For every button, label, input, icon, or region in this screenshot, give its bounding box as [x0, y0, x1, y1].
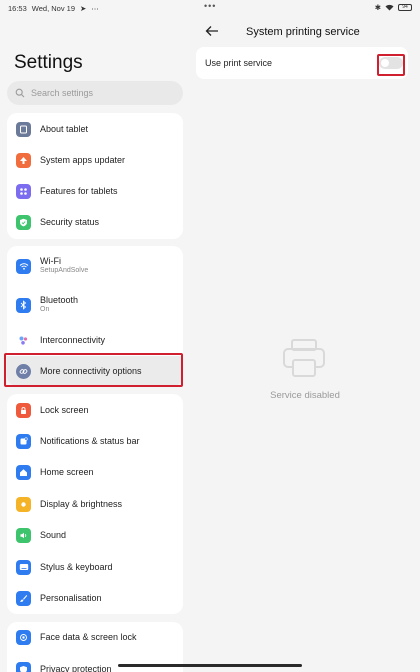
tablet-icon — [16, 121, 31, 137]
status-date: Wed, Nov 19 — [31, 4, 75, 13]
sidebar-item-label: Display & brightness — [40, 499, 123, 509]
sidebar-item-label: Notifications & status bar — [40, 436, 140, 446]
arrow-up-icon — [16, 152, 31, 168]
toggle-highlight-box — [377, 54, 405, 76]
sidebar-item-label: Interconnectivity — [40, 335, 106, 345]
sidebar-item-privacy-protection[interactable]: Privacy protection — [7, 654, 183, 672]
sidebar-item-face-data[interactable]: Face data & screen lock — [7, 622, 183, 652]
search-input[interactable]: Search settings — [7, 81, 183, 105]
detail-pane: System printing service Use print servic… — [190, 0, 420, 672]
sidebar-item-notifications[interactable]: Notifications & status bar — [7, 426, 183, 456]
service-disabled-message: Service disabled — [270, 390, 340, 401]
sidebar-item-label: Stylus & keyboard — [40, 562, 113, 572]
sidebar-item-sound[interactable]: Sound — [7, 520, 183, 550]
wifi-network-name: SetupAndSolve — [40, 267, 89, 274]
notification-icon — [16, 433, 31, 449]
sidebar-item-label: Bluetooth — [40, 295, 79, 305]
privacy-icon — [16, 661, 31, 672]
sidebar-item-lock-screen[interactable]: Lock screen — [7, 395, 183, 425]
sidebar-item-home-screen[interactable]: Home screen — [7, 457, 183, 487]
sidebar-item-bluetooth[interactable]: Bluetooth On — [7, 289, 183, 321]
more-icon: ⋯ — [91, 4, 99, 13]
sidebar-item-label: Face data & screen lock — [40, 632, 137, 642]
bluetooth-status-icon: ✱ — [374, 3, 381, 12]
sidebar-item-label: System apps updater — [40, 155, 126, 165]
sidebar-item-system-apps-updater[interactable]: System apps updater — [7, 145, 183, 175]
back-arrow-icon[interactable] — [204, 24, 220, 38]
bluetooth-icon — [16, 297, 31, 313]
status-time: 16:53 — [8, 4, 27, 13]
sidebar-item-label: Sound — [40, 530, 67, 540]
interconnectivity-icon — [16, 332, 31, 348]
sidebar-item-label: Privacy protection — [40, 664, 112, 672]
sidebar-item-label: Security status — [40, 217, 100, 227]
sidebar-item-wifi[interactable]: Wi-Fi SetupAndSolve — [7, 250, 183, 282]
wifi-status-icon — [385, 4, 394, 11]
telegram-icon: ➤ — [80, 4, 87, 13]
sidebar-item-security-status[interactable]: Security status — [7, 207, 183, 237]
sound-icon — [16, 527, 31, 543]
selection-highlight-box — [4, 353, 183, 387]
search-placeholder: Search settings — [31, 88, 94, 98]
sidebar-item-label: Wi-Fi — [40, 256, 61, 266]
sidebar-item-display-brightness[interactable]: Display & brightness — [7, 489, 183, 519]
page-title: Settings — [14, 52, 83, 73]
home-icon — [16, 464, 31, 480]
grid-icon — [16, 183, 31, 199]
sidebar-item-label: Lock screen — [40, 405, 89, 415]
search-icon — [15, 88, 25, 98]
sidebar-item-stylus-keyboard[interactable]: Stylus & keyboard — [7, 552, 183, 582]
sidebar-item-interconnectivity[interactable]: Interconnectivity — [7, 325, 183, 355]
status-bar: 16:53 Wed, Nov 19 ➤ ⋯ ••• ✱ 94 — [0, 0, 420, 16]
sidebar-item-label: Personalisation — [40, 593, 102, 603]
brush-icon — [16, 590, 31, 606]
settings-sidebar: Settings Search settings About tablet Sy… — [0, 0, 190, 672]
keyboard-icon — [16, 559, 31, 575]
battery-icon: 94 — [398, 4, 412, 11]
bluetooth-status: On — [40, 306, 50, 313]
sidebar-item-label: About tablet — [40, 124, 89, 134]
lock-icon — [16, 402, 31, 418]
face-icon — [16, 629, 31, 645]
detail-title: System printing service — [246, 26, 360, 38]
shield-check-icon — [16, 214, 31, 230]
settings-group-personal: Lock screen Notifications & status bar H… — [7, 394, 183, 614]
sidebar-item-label: Home screen — [40, 467, 94, 477]
use-print-service-label: Use print service — [205, 58, 273, 68]
printer-icon — [283, 339, 325, 377]
sidebar-item-personalisation[interactable]: Personalisation — [7, 583, 183, 613]
home-indicator[interactable] — [118, 664, 302, 667]
multitask-dots-icon[interactable]: ••• — [204, 1, 216, 11]
wifi-icon — [16, 258, 31, 274]
sun-icon — [16, 496, 31, 512]
sidebar-item-about-tablet[interactable]: About tablet — [7, 114, 183, 144]
settings-group-device: About tablet System apps updater Feature… — [7, 113, 183, 239]
sidebar-item-features-for-tablets[interactable]: Features for tablets — [7, 176, 183, 206]
print-service-toggle[interactable] — [377, 54, 405, 76]
sidebar-item-label: Features for tablets — [40, 186, 118, 196]
